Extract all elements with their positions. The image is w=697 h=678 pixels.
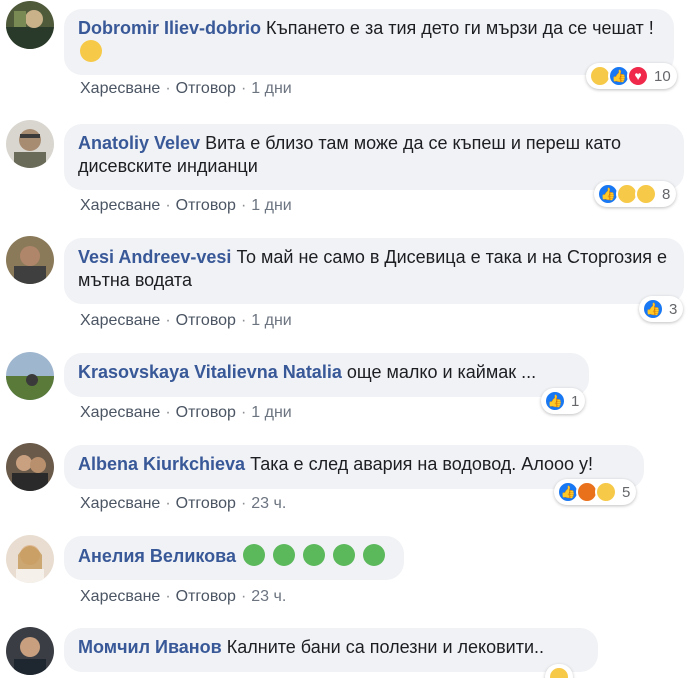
comment-time[interactable]: 1 дни: [251, 197, 291, 214]
separator: ·: [165, 588, 171, 605]
separator: ·: [240, 495, 247, 512]
like-link[interactable]: Харесване: [80, 404, 160, 421]
reply-link[interactable]: Отговор: [176, 312, 236, 329]
love-icon: ♥: [627, 65, 649, 87]
comment-bubble: Анелия Великова: [64, 536, 404, 580]
avatar[interactable]: [6, 236, 54, 284]
sad-icon: [635, 183, 657, 205]
comment-author[interactable]: Albena Kiurkchieva: [78, 454, 245, 474]
comment-actions: Харесване · Отговор · 23 ч.: [80, 495, 286, 513]
comment-time[interactable]: 1 дни: [251, 80, 291, 97]
separator: ·: [165, 80, 171, 97]
comment-actions: Харесване · Отговор · 1 дни: [80, 80, 292, 98]
like-link[interactable]: Харесване: [80, 588, 160, 605]
comment-time[interactable]: 23 ч.: [251, 495, 286, 512]
comment-bubble: Krasovskaya Vitalievna Natalia още малко…: [64, 353, 589, 397]
reactions-summary[interactable]: 👍 ♥ 10: [586, 63, 677, 89]
nauseated-face-emoji: [333, 544, 356, 566]
separator: ·: [165, 404, 171, 421]
separator: ·: [240, 312, 247, 329]
sad-icon: [548, 666, 570, 678]
separator: ·: [240, 197, 247, 214]
comment-actions: Харесване · Отговор · 1 дни: [80, 404, 292, 422]
nauseated-face-emoji: [363, 544, 386, 566]
comment-text: Къпането е за тия дето ги мързи да се че…: [266, 18, 654, 38]
reply-link[interactable]: Отговор: [176, 404, 236, 421]
reactions-summary[interactable]: 👍 8: [594, 181, 677, 207]
comment-author[interactable]: Vesi Andreev-vesi: [78, 247, 231, 267]
avatar[interactable]: [6, 1, 54, 49]
nauseated-face-emoji: [243, 544, 266, 566]
comment-time[interactable]: 23 ч.: [251, 588, 286, 605]
comment-actions: Харесване · Отговор · 23 ч.: [80, 588, 286, 606]
avatar[interactable]: [6, 443, 54, 491]
avatar[interactable]: [6, 627, 54, 675]
reactions-summary[interactable]: 👍 3: [639, 296, 684, 322]
rofl-emoji: [80, 40, 102, 62]
comment-text: Калните бани са полезни и лековити..: [226, 637, 545, 657]
nauseated-face-emoji: [303, 544, 326, 566]
haha-icon: [595, 481, 617, 503]
reactions-count: 5: [622, 483, 631, 501]
comment-text: Така е след авария на водовод. Алооо у!: [250, 454, 594, 474]
comment-actions: Харесване · Отговор · 1 дни: [80, 197, 292, 215]
comment-author[interactable]: Anatoliy Velev: [78, 133, 200, 153]
reactions-summary[interactable]: 👍 5: [554, 479, 637, 505]
reply-link[interactable]: Отговор: [176, 80, 236, 97]
like-link[interactable]: Харесване: [80, 312, 160, 329]
like-icon: 👍: [642, 298, 664, 320]
reactions-summary[interactable]: 👍 1: [541, 388, 586, 414]
comment-actions: Харесване · Отговор · 1 дни: [80, 312, 292, 330]
comment-author[interactable]: Dobromir Iliev-dobrio: [78, 18, 261, 38]
comment-bubble: Anatoliy Velev Вита е близо там може да …: [64, 124, 684, 190]
comment-time[interactable]: 1 дни: [251, 404, 291, 421]
reactions-count: 1: [571, 392, 580, 410]
avatar[interactable]: [6, 352, 54, 400]
like-icon: 👍: [544, 390, 566, 412]
reactions-count: 10: [654, 67, 671, 85]
separator: ·: [240, 404, 247, 421]
like-link[interactable]: Харесване: [80, 197, 160, 214]
reply-link[interactable]: Отговор: [176, 495, 236, 512]
separator: ·: [165, 312, 171, 329]
separator: ·: [165, 197, 171, 214]
reply-link[interactable]: Отговор: [176, 197, 236, 214]
avatar[interactable]: [6, 535, 54, 583]
separator: ·: [240, 588, 247, 605]
comment-time[interactable]: 1 дни: [251, 312, 291, 329]
comment-author[interactable]: Момчил Иванов: [78, 637, 222, 657]
reactions-count: 3: [669, 300, 678, 318]
comment-author[interactable]: Анелия Великова: [78, 546, 236, 566]
reply-link[interactable]: Отговор: [176, 588, 236, 605]
nauseated-face-emoji: [273, 544, 296, 566]
comment-bubble: Vesi Andreev-vesi То май не само в Дисев…: [64, 238, 684, 304]
comment-text: още малко и каймак ...: [346, 362, 537, 382]
separator: ·: [165, 495, 171, 512]
like-link[interactable]: Харесване: [80, 495, 160, 512]
like-link[interactable]: Харесване: [80, 80, 160, 97]
comment-bubble: Момчил Иванов Калните бани са полезни и …: [64, 628, 598, 672]
comment-bubble: Dobromir Iliev-dobrio Къпането е за тия …: [64, 9, 674, 75]
comment-author[interactable]: Krasovskaya Vitalievna Natalia: [78, 362, 342, 382]
reactions-count: 8: [662, 185, 671, 203]
separator: ·: [240, 80, 247, 97]
avatar[interactable]: [6, 120, 54, 168]
